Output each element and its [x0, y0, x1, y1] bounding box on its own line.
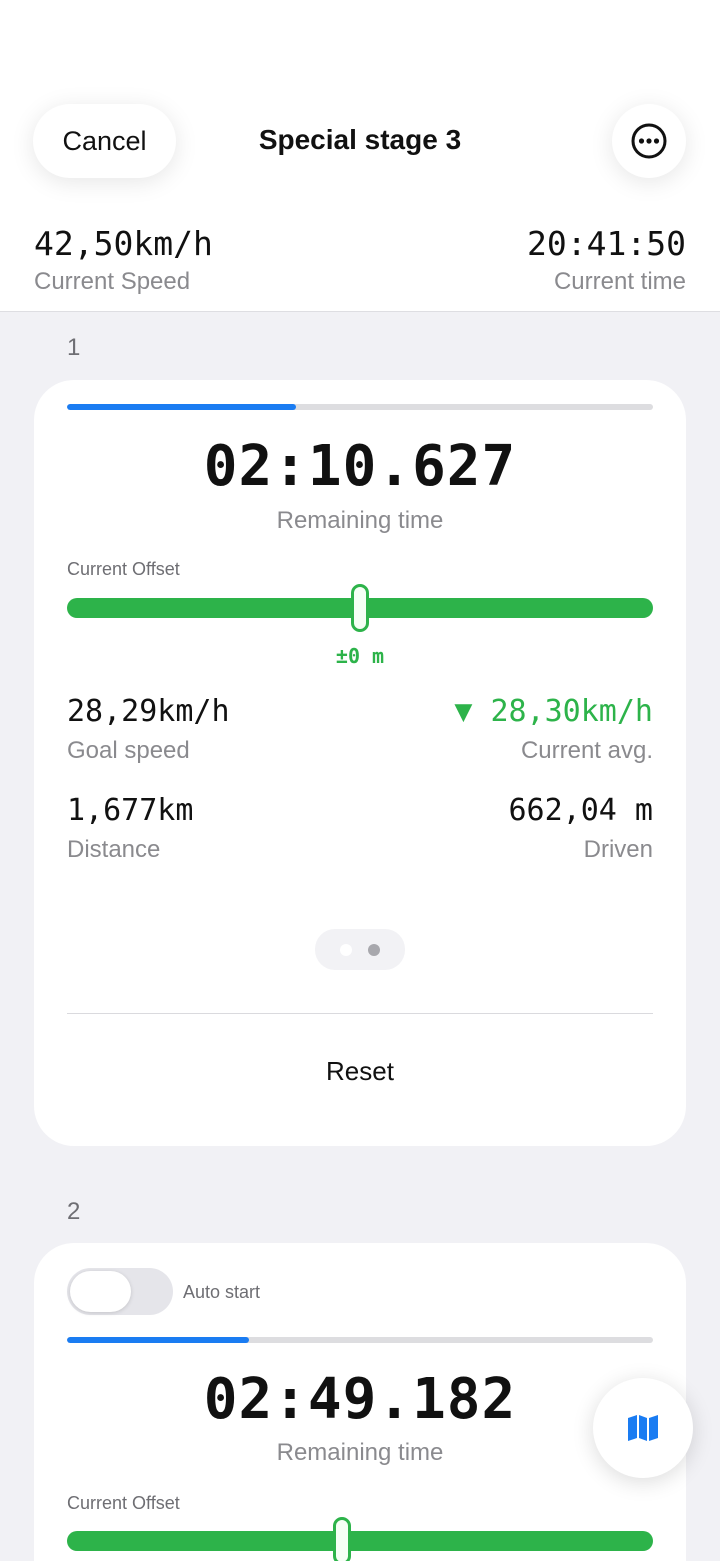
- current-avg-value: 28,30km/h: [490, 694, 653, 729]
- driven-label: Driven: [583, 836, 653, 863]
- offset-slider-thumb[interactable]: [333, 1517, 352, 1561]
- stage-progress-bar: [67, 404, 653, 410]
- ellipsis-circle-icon: [631, 123, 667, 159]
- remaining-time-label: Remaining time: [276, 507, 444, 534]
- current-offset-label: Current Offset: [67, 1493, 180, 1513]
- stage-progress-fill: [67, 404, 296, 410]
- remaining-time-value: 02:10.627: [203, 434, 517, 499]
- stage-number: 1: [67, 334, 81, 361]
- stage-progress-bar: [67, 1337, 653, 1343]
- map-icon: [628, 1415, 658, 1441]
- remaining-time-value: 02:49.182: [203, 1367, 517, 1432]
- goal-speed-label: Goal speed: [67, 737, 190, 764]
- distance-label: Distance: [67, 836, 161, 863]
- current-offset-label: Current Offset: [67, 559, 180, 579]
- stage-number: 2: [67, 1198, 81, 1225]
- current-avg-value-row: ▼ 28,30km/h: [454, 694, 653, 729]
- distance-value: 1,677km: [67, 793, 194, 828]
- more-options-button[interactable]: [612, 104, 686, 178]
- reset-button[interactable]: Reset: [34, 1056, 686, 1087]
- current-speed-label: Current Speed: [34, 268, 191, 295]
- auto-start-label: Auto start: [183, 1282, 261, 1302]
- auto-start-toggle[interactable]: [67, 1268, 173, 1315]
- page-indicator[interactable]: [315, 929, 405, 970]
- speed-down-indicator-icon: ▼: [454, 694, 473, 729]
- divider: [67, 1013, 653, 1014]
- offset-slider[interactable]: [67, 584, 653, 632]
- remaining-time-label: Remaining time: [276, 1439, 444, 1466]
- page-dot[interactable]: [340, 943, 352, 956]
- page-dot[interactable]: [368, 943, 380, 956]
- current-time-label: Current time: [553, 268, 686, 295]
- header: Cancel Special stage 3 42,50km/h Current…: [0, 0, 720, 312]
- current-time-value: 20:41:50: [527, 224, 686, 263]
- current-speed-value: 42,50km/h: [34, 224, 213, 263]
- stage-card: Auto start 02:49.182 Remaining time Curr…: [34, 1243, 686, 1561]
- toggle-knob: [70, 1271, 131, 1312]
- stage-card: 02:10.627 Remaining time Current Offset …: [34, 380, 686, 1146]
- offset-slider-thumb[interactable]: [351, 584, 369, 632]
- offset-value: ±0 m: [335, 644, 385, 668]
- current-avg-label: Current avg.: [520, 737, 653, 764]
- offset-slider[interactable]: [67, 1517, 653, 1561]
- goal-speed-value: 28,29km/h: [67, 694, 230, 729]
- map-button[interactable]: [593, 1378, 693, 1478]
- stage-progress-fill: [67, 1337, 249, 1343]
- driven-value: 662,04 m: [508, 793, 654, 828]
